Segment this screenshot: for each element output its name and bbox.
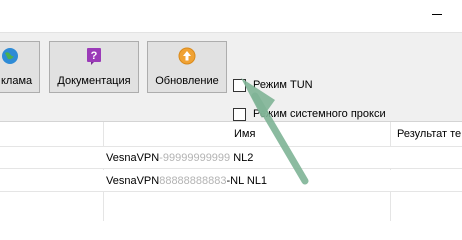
server-name: VesnaVPN-99999999999 NL2 xyxy=(106,147,253,169)
update-button-label: Обновление xyxy=(155,75,219,87)
server-name-prefix: VesnaVPN xyxy=(106,175,160,187)
documentation-button[interactable]: ? Документация xyxy=(49,41,139,93)
table-row[interactable]: VesnaVPN-99999999999 NL2 xyxy=(0,147,462,169)
server-name-masked: -99999999999 xyxy=(159,152,231,164)
server-name-masked: 88888888883 xyxy=(159,175,227,187)
tun-mode-checkbox[interactable]: Режим TUN xyxy=(233,78,313,92)
ads-button[interactable]: клама xyxy=(0,41,40,93)
system-proxy-checkbox[interactable]: Режим системного прокси xyxy=(233,107,386,121)
upload-arrow-icon xyxy=(178,47,196,65)
column-header-name[interactable]: Имя xyxy=(234,122,255,147)
system-proxy-label: Режим системного прокси xyxy=(253,108,386,120)
documentation-button-label: Документация xyxy=(57,75,131,87)
globe-icon xyxy=(2,48,18,64)
tun-mode-label: Режим TUN xyxy=(253,79,313,91)
update-button[interactable]: Обновление xyxy=(147,41,227,93)
toolbar: клама ? Документация Обновление Режим TU… xyxy=(0,32,462,122)
table-row[interactable]: VesnaVPN88888888883-NL NL1 xyxy=(0,170,462,192)
server-name: VesnaVPN88888888883-NL NL1 xyxy=(106,170,267,192)
server-name-prefix: VesnaVPN xyxy=(106,152,160,164)
help-book-icon: ? xyxy=(87,48,101,65)
title-bar xyxy=(0,0,462,32)
server-name-suffix: NL2 xyxy=(230,152,254,164)
server-table: Имя Результат те VesnaVPN-99999999999 NL… xyxy=(0,122,462,221)
table-header: Имя Результат те xyxy=(0,122,462,147)
system-proxy-checkbox-box[interactable] xyxy=(233,107,246,121)
tun-mode-checkbox-box[interactable] xyxy=(233,78,246,92)
server-name-suffix: -NL NL1 xyxy=(226,175,268,187)
minimize-icon[interactable] xyxy=(431,13,443,16)
column-header-test-result[interactable]: Результат те xyxy=(397,122,462,147)
ads-button-label: клама xyxy=(1,75,33,87)
svg-text:?: ? xyxy=(91,50,98,62)
